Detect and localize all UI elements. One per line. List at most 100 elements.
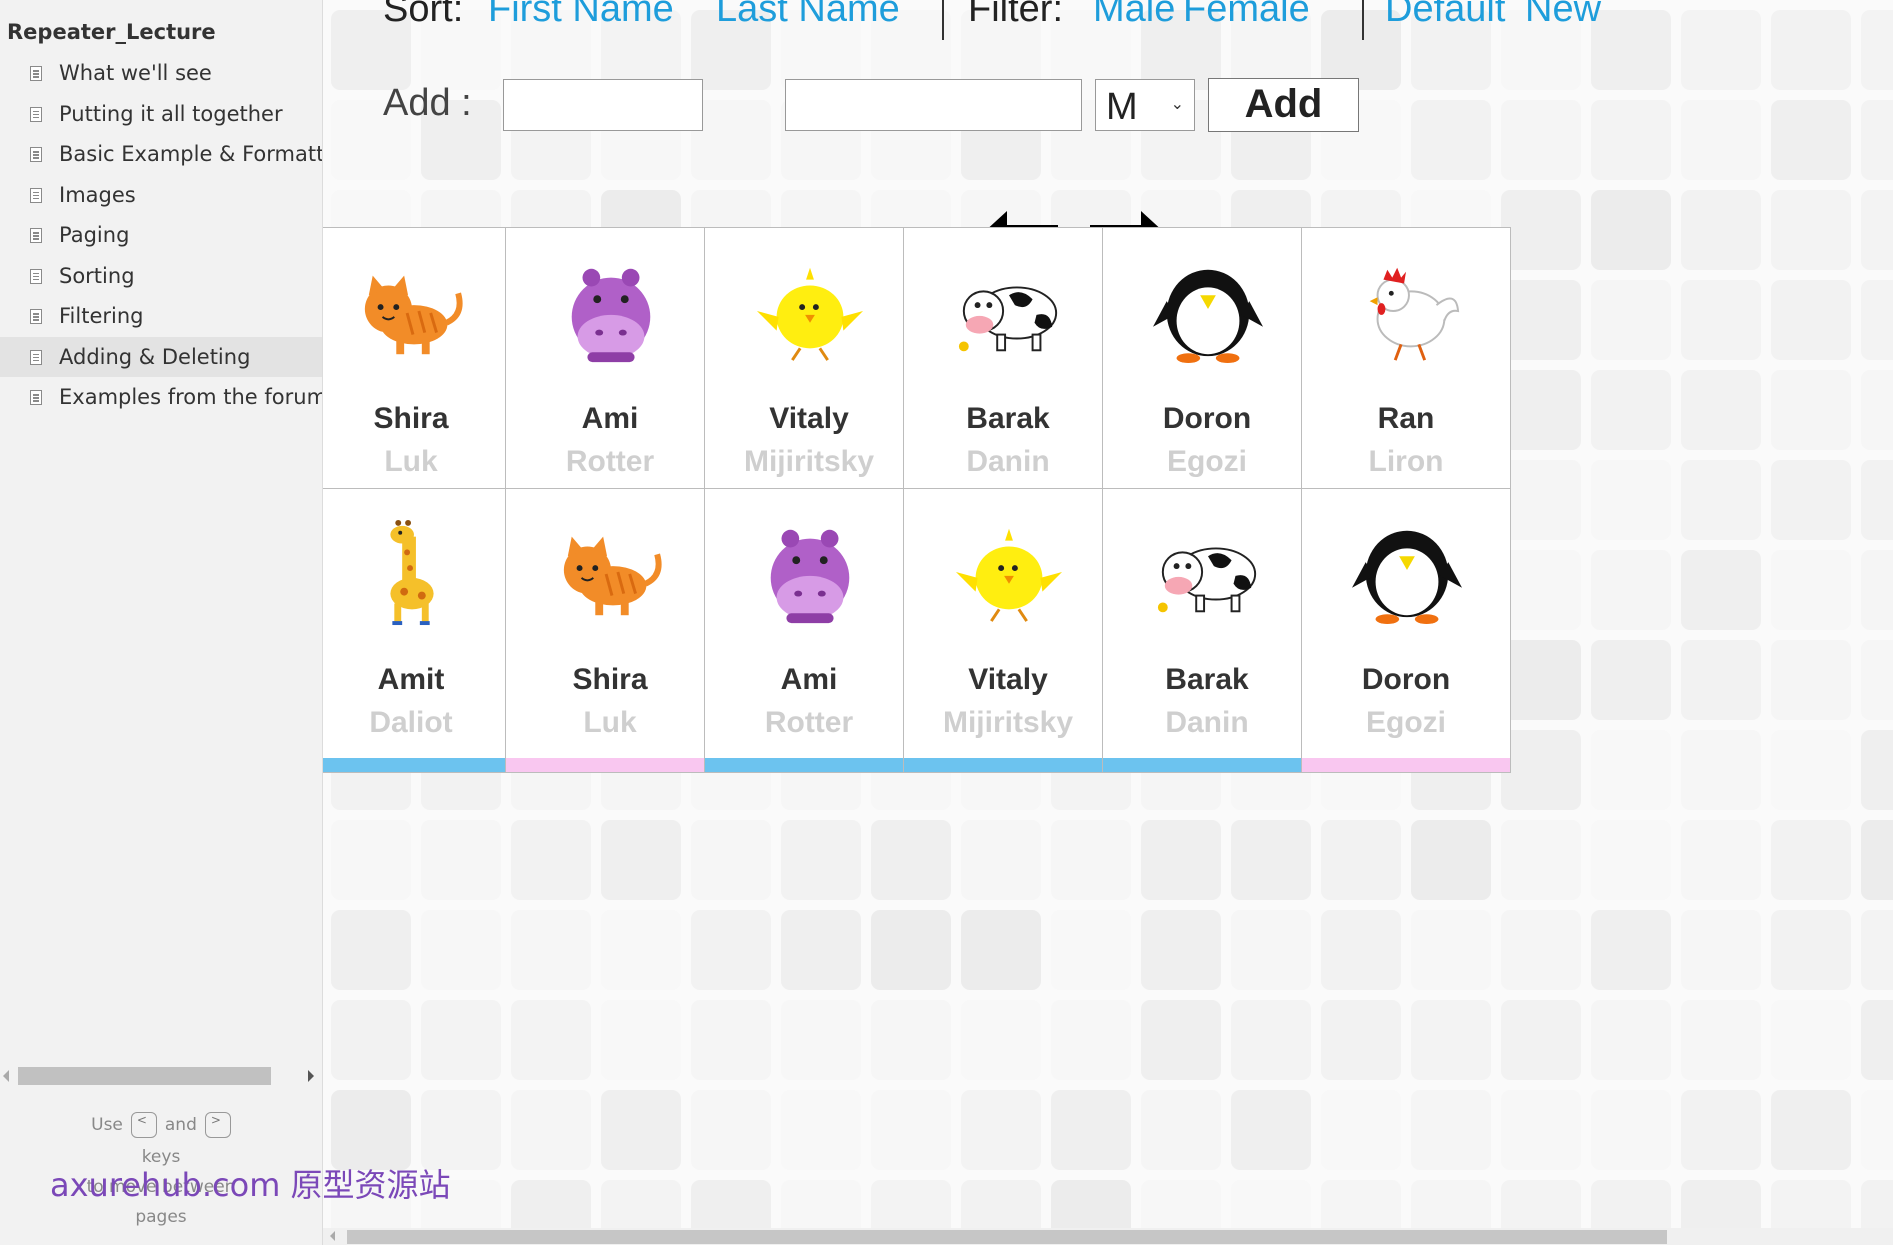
background-tile (1321, 820, 1401, 900)
scrollbar-thumb[interactable] (18, 1067, 271, 1085)
sidebar-page-label: Basic Example & Formatting (59, 142, 322, 167)
background-tile (1771, 1090, 1851, 1170)
sidebar-page-item[interactable]: What we'll see (0, 53, 322, 94)
sidebar-page-item[interactable]: Examples from the forums (0, 377, 322, 418)
scroll-left-icon[interactable] (3, 1070, 9, 1082)
first-name-input[interactable] (503, 79, 703, 131)
scroll-right-icon[interactable] (308, 1070, 314, 1082)
gender-color-bar (1103, 758, 1311, 772)
person-card[interactable]: Doron Egozi (1102, 227, 1312, 512)
sidebar-page-label: Paging (59, 223, 130, 248)
background-tile (691, 910, 771, 990)
person-card[interactable]: Vitaly Mijiritsky (903, 488, 1113, 773)
scroll-left-icon[interactable] (330, 1231, 335, 1241)
sidebar-page-item[interactable]: Putting it all together (0, 94, 322, 135)
sort-first-name-link[interactable]: First Name (488, 0, 674, 31)
background-tile (1591, 640, 1671, 720)
add-button[interactable]: Add (1208, 78, 1359, 132)
card-first-name: Barak (1165, 663, 1249, 696)
person-card[interactable]: Shira Luk (505, 488, 715, 773)
card-first-name: Doron (1162, 402, 1252, 435)
person-card[interactable]: Shira Luk (323, 227, 516, 512)
background-tile (1861, 280, 1893, 360)
background-tile (1501, 460, 1581, 540)
chick-icon (756, 267, 864, 361)
card-last-name: Rotter (764, 706, 854, 739)
background-tile (511, 1000, 591, 1080)
card-last-name: Luk (384, 445, 438, 478)
sidebar-page-label: Sorting (59, 263, 135, 288)
default-link[interactable]: Default (1385, 0, 1505, 31)
background-tile (961, 1000, 1041, 1080)
add-label: Add : (383, 82, 472, 124)
card-last-name: Mijiritsky (942, 706, 1074, 739)
background-tile (1771, 100, 1851, 180)
sidebar-page-item[interactable]: Images (0, 175, 322, 216)
sidebar-page-label: Putting it all together (59, 101, 283, 126)
background-tile (871, 910, 951, 990)
card-first-name: Amit (377, 663, 445, 696)
sidebar-horizontal-scrollbar[interactable] (0, 1065, 322, 1087)
background-tile (1861, 10, 1893, 90)
background-tile (1861, 910, 1893, 990)
person-card[interactable]: Ami Rotter (704, 488, 914, 773)
card-first-name: Shira (572, 663, 648, 696)
card-last-name: Daliot (369, 706, 453, 739)
scrollbar-thumb[interactable] (347, 1230, 1667, 1244)
sidebar-page-item[interactable]: Basic Example & Formatting (0, 134, 322, 175)
background-tile (1051, 910, 1131, 990)
card-first-name: Shira (373, 402, 449, 435)
background-tile (1591, 100, 1671, 180)
background-tile (1141, 910, 1221, 990)
background-tile (1591, 1000, 1671, 1080)
sidebar-page-label: Adding & Deleting (59, 344, 251, 369)
person-card[interactable]: Doron Egozi (1301, 488, 1511, 773)
card-first-name: Ami (581, 402, 639, 435)
person-card[interactable]: Barak Danin (1102, 488, 1312, 773)
penguin-icon (1352, 530, 1462, 625)
card-last-name: Liron (1368, 445, 1444, 478)
last-name-input[interactable] (785, 79, 1082, 131)
sidebar-page-label: Images (59, 182, 136, 207)
background-tile (871, 1090, 951, 1170)
background-tile (1681, 640, 1761, 720)
background-tile (691, 100, 771, 180)
sidebar-page-item[interactable]: Filtering (0, 296, 322, 337)
sort-label: Sort: (383, 0, 464, 30)
background-tile (691, 1090, 771, 1170)
person-card[interactable]: Ami Rotter (505, 227, 715, 512)
page-list: What we'll see Putting it all together Bas… (0, 53, 322, 418)
sitemap-sidebar: Repeater_Lecture What we'll see Putting i… (0, 0, 323, 1245)
person-card[interactable]: Vitaly Mijiritsky (704, 227, 914, 512)
background-tile (1501, 1000, 1581, 1080)
sort-last-name-link[interactable]: Last Name (716, 0, 900, 31)
sidebar-page-item[interactable]: Adding & Deleting (0, 336, 322, 377)
background-tile (601, 1000, 681, 1080)
new-link[interactable]: New (1525, 0, 1601, 31)
background-tile (421, 1000, 501, 1080)
person-card[interactable]: Ran Liron (1301, 227, 1511, 512)
background-tile (1501, 730, 1581, 810)
person-card[interactable]: Barak Danin (903, 227, 1113, 512)
sidebar-page-item[interactable]: Paging (0, 215, 322, 256)
background-tile (961, 820, 1041, 900)
background-tile (1681, 820, 1761, 900)
hint-use: Use (91, 1115, 123, 1135)
background-tile (1681, 100, 1761, 180)
filter-male-link[interactable]: Male (1093, 0, 1175, 31)
cow-icon (958, 286, 1058, 352)
background-tile (601, 1090, 681, 1170)
background-tile (601, 910, 681, 990)
cat-icon (563, 536, 662, 616)
sidebar-page-item[interactable]: Sorting (0, 256, 322, 297)
background-tile (1861, 1000, 1893, 1080)
gender-select[interactable]: M ⌄ (1095, 79, 1195, 131)
filter-female-link[interactable]: Female (1183, 0, 1310, 31)
background-tile (871, 1000, 951, 1080)
background-tile (1501, 100, 1581, 180)
background-tile (1591, 190, 1671, 270)
sidebar-page-label: Examples from the forums (59, 385, 322, 410)
page-icon (30, 228, 42, 243)
person-card[interactable]: Amit Daliot (323, 488, 516, 773)
main-horizontal-scrollbar[interactable] (323, 1228, 1893, 1245)
